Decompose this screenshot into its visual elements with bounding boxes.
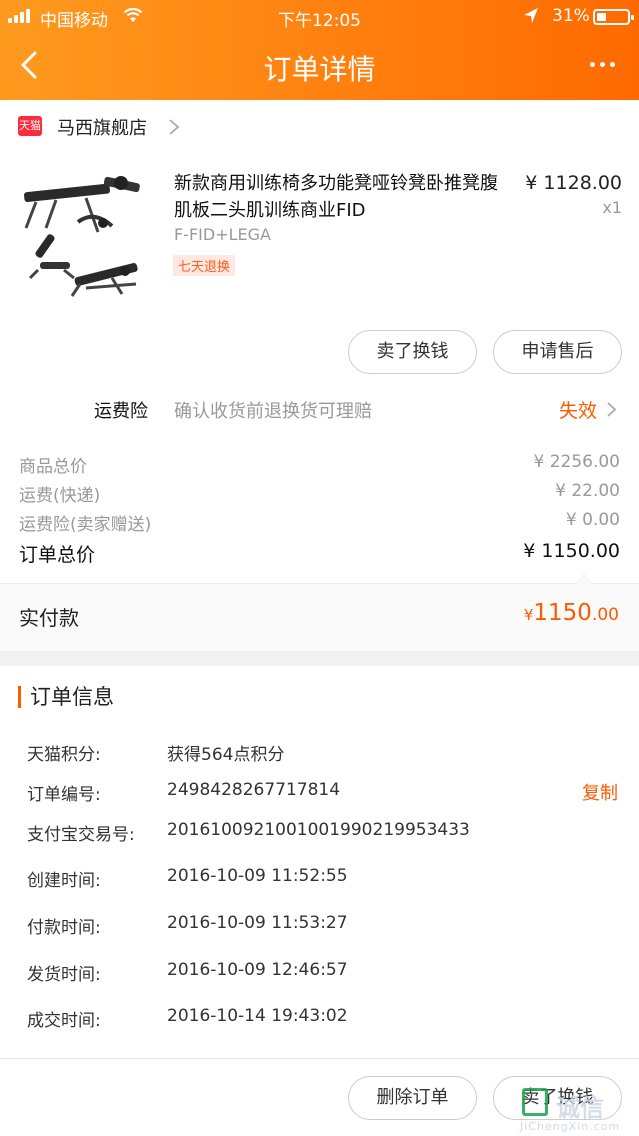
battery-icon <box>593 9 634 25</box>
info-value-order-number: 2498428267717814 <box>167 780 341 800</box>
info-label-shipped: 发货时间: <box>27 965 101 985</box>
info-label-created: 创建时间: <box>27 871 101 891</box>
paid-amount-row: 实付款 ¥1150.00 <box>0 574 639 651</box>
order-info-section <box>0 666 639 1058</box>
product-sku: F-FID+LEGA <box>174 225 271 244</box>
watermark-logo-icon <box>522 1088 548 1116</box>
info-value-alipay-number: 2016100921001001990219953433 <box>167 820 470 840</box>
sell-item-button[interactable]: 卖了换钱 <box>348 330 477 374</box>
order-total-label: 订单总价 <box>19 544 96 566</box>
insurance-description: 确认收货前退换货可理赔 <box>174 401 372 422</box>
tmall-icon: 天猫 <box>18 116 42 136</box>
watermark-url: JiChengXin.com <box>520 1120 621 1133</box>
product-price: ¥ 1128.00 <box>525 172 622 194</box>
shipping-fee-row: 运费(快递) ¥ 22.00 <box>19 481 620 506</box>
insurance-fee-label: 运费险(卖家赠送) <box>19 515 152 535</box>
info-value-points: 获得564点积分 <box>167 745 285 765</box>
info-label-order-number: 订单编号: <box>27 785 101 805</box>
product-title[interactable]: 新款商用训练椅多功能凳哑铃凳卧推凳腹肌板二头肌训练商业FID <box>174 170 509 224</box>
paid-label: 实付款 <box>19 606 79 630</box>
info-value-completed: 2016-10-14 19:43:02 <box>167 1006 348 1026</box>
info-label-completed: 成交时间: <box>27 1011 101 1031</box>
insurance-status: 失效 <box>559 400 598 422</box>
goods-total-label: 商品总价 <box>19 457 87 477</box>
page-title: 订单详情 <box>263 53 376 86</box>
info-value-shipped: 2016-10-09 12:46:57 <box>167 960 348 980</box>
battery-percent: 31% <box>552 6 590 26</box>
header-bar: 中国移动 下午12:05 31% 订单详情 <box>0 0 639 100</box>
insurance-label: 运费险 <box>94 401 148 422</box>
goods-total-row: 商品总价 ¥ 2256.00 <box>19 452 620 477</box>
product-thumbnail[interactable] <box>16 170 156 310</box>
site-watermark: 诚信 JiChengXin.com <box>516 1084 634 1134</box>
insurance-fee-value: ¥ 0.00 <box>565 510 620 530</box>
shipping-fee-value: ¥ 22.00 <box>555 481 620 501</box>
goods-total-value: ¥ 2256.00 <box>533 452 620 472</box>
caret-up-icon <box>575 574 593 584</box>
info-value-paid: 2016-10-09 11:53:27 <box>167 913 348 933</box>
clock: 下午12:05 <box>278 11 361 31</box>
location-arrow-icon <box>524 8 538 23</box>
info-label-points: 天猫积分: <box>27 745 101 765</box>
paid-value: ¥1150.00 <box>523 600 619 626</box>
chevron-right-icon[interactable] <box>168 118 180 136</box>
product-quantity: x1 <box>602 198 622 217</box>
info-label-paid: 付款时间: <box>27 918 101 938</box>
copy-order-number-button[interactable]: 复制 <box>582 779 618 805</box>
return-policy-badge: 七天退换 <box>173 255 236 276</box>
order-total-value: ¥ 1150.00 <box>523 540 620 562</box>
more-icon[interactable] <box>590 62 615 67</box>
shipping-fee-label: 运费(快递) <box>19 486 101 506</box>
delete-order-button[interactable]: 删除订单 <box>348 1076 477 1120</box>
shop-name[interactable]: 马西旗舰店 <box>57 114 147 140</box>
watermark-text: 诚信 <box>556 1094 604 1122</box>
status-bar: 中国移动 下午12:05 31% <box>0 0 639 34</box>
insurance-fee-row: 运费险(卖家赠送) ¥ 0.00 <box>19 510 620 535</box>
order-total-row: 订单总价 ¥ 1150.00 <box>19 540 620 567</box>
chevron-right-icon[interactable] <box>606 401 617 418</box>
after-sale-button[interactable]: 申请售后 <box>493 330 622 374</box>
order-info-heading: 订单信息 <box>18 686 114 708</box>
info-label-alipay-number: 支付宝交易号: <box>27 825 135 845</box>
info-value-created: 2016-10-09 11:52:55 <box>167 866 348 886</box>
